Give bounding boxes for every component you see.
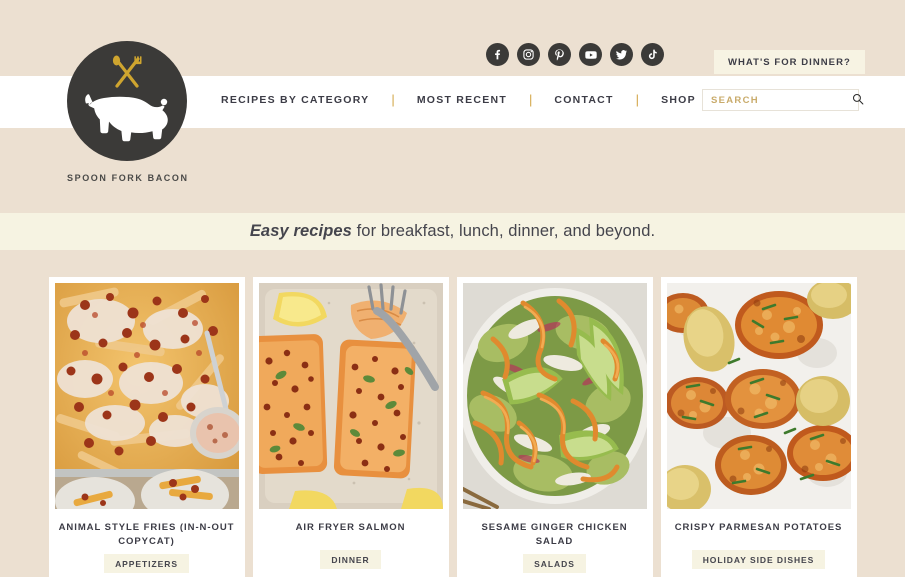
logo-wordmark: SPOON FORK BACON (67, 173, 189, 183)
animal-style-fries-photo[interactable] (54, 283, 239, 509)
instagram-icon[interactable] (517, 43, 540, 66)
social-links (486, 43, 664, 66)
recipe-card[interactable]: AIR FRYER SALMON DINNER (252, 277, 449, 577)
pig-silhouette-icon (74, 89, 180, 150)
recipe-category-tag[interactable]: HOLIDAY SIDE DISHES (691, 550, 826, 569)
nav-separator: | (635, 92, 640, 107)
recipe-title: AIR FRYER SALMON (295, 522, 406, 533)
recipe-category-tag[interactable]: APPETIZERS (104, 553, 189, 573)
site-header: SPOON FORK BACON WHAT'S FOR DINNER? RECI… (0, 0, 905, 213)
search-box[interactable] (702, 89, 864, 111)
youtube-icon[interactable] (579, 43, 602, 66)
tiktok-icon[interactable] (641, 43, 664, 66)
recipe-tag-wrap: DINNER (259, 545, 443, 577)
recipe-card[interactable]: ANIMAL STYLE FRIES (IN-N-OUT COPYCAT) AP… (48, 277, 245, 577)
recipe-title: CRISPY PARMESAN POTATOES (674, 522, 843, 533)
nav-item-contact[interactable]: CONTACT (554, 94, 613, 106)
air-fryer-salmon-photo[interactable] (258, 283, 443, 509)
nav-item-shop[interactable]: SHOP (661, 94, 696, 106)
nav-separator: | (391, 92, 395, 107)
recipe-tag-wrap: SALADS (463, 549, 647, 577)
tagline-emphasis: Easy recipes (249, 222, 352, 240)
recipe-category-tag[interactable]: SALADS (523, 553, 586, 573)
nav-item-recipes-by-category[interactable]: RECIPES BY CATEGORY (221, 94, 369, 106)
search-submit-button[interactable] (850, 93, 872, 108)
tagline: Easy recipes for breakfast, lunch, dinne… (250, 222, 655, 241)
recipe-tag-wrap: HOLIDAY SIDE DISHES (667, 545, 851, 577)
site-logo[interactable]: SPOON FORK BACON (67, 41, 187, 183)
sesame-ginger-chicken-salad-photo[interactable] (462, 283, 647, 509)
search-input[interactable] (703, 94, 850, 106)
tagline-band: Easy recipes for breakfast, lunch, dinne… (0, 213, 905, 250)
whats-for-dinner-button[interactable]: WHAT'S FOR DINNER? (714, 50, 865, 74)
main-navigation: RECIPES BY CATEGORY | MOST RECENT | CONT… (221, 93, 743, 106)
nav-separator: | (528, 92, 533, 107)
recipe-category-tag[interactable]: DINNER (320, 550, 381, 569)
nav-item-most-recent[interactable]: MOST RECENT (417, 94, 507, 106)
recipe-title: ANIMAL STYLE FRIES (IN-N-OUT COPYCAT) (58, 522, 235, 547)
recipe-card[interactable]: CRISPY PARMESAN POTATOES HOLIDAY SIDE DI… (660, 277, 857, 577)
spoon-fork-icon (67, 55, 187, 91)
pig-logo-icon (67, 41, 187, 161)
crispy-parmesan-potatoes-photo[interactable] (666, 283, 851, 509)
search-icon (852, 93, 864, 108)
facebook-icon[interactable] (486, 43, 509, 66)
twitter-icon[interactable] (610, 43, 633, 66)
pinterest-icon[interactable] (548, 43, 571, 66)
recipe-card[interactable]: SESAME GINGER CHICKEN SALAD SALADS (456, 277, 653, 577)
recipe-title: SESAME GINGER CHICKEN SALAD (481, 522, 628, 547)
recipe-tag-wrap: APPETIZERS (55, 549, 239, 577)
recipe-card-grid: ANIMAL STYLE FRIES (IN-N-OUT COPYCAT) AP… (0, 250, 905, 577)
tagline-rest: for breakfast, lunch, dinner, and beyond… (351, 222, 656, 240)
